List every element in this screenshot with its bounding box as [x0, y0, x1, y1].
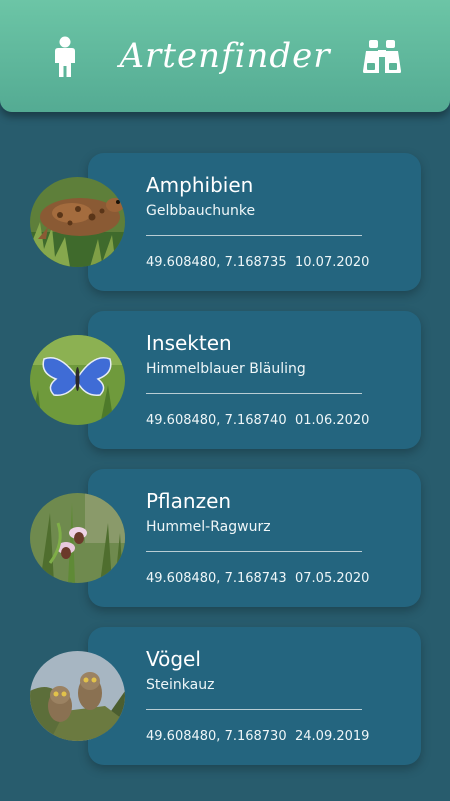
- blue-butterfly-photo: [30, 335, 125, 425]
- entry-species: Hummel-Ragwurz: [146, 519, 271, 535]
- entry-date: 10.07.2020: [295, 255, 370, 270]
- entry-category: Insekten: [146, 331, 232, 355]
- entry-date: 01.06.2020: [295, 413, 370, 428]
- entry-coordinates: 49.608480, 7.168740: [146, 413, 287, 428]
- entry-date: 07.05.2020: [295, 571, 370, 586]
- app-header: Artenfinder: [0, 0, 450, 112]
- list-item[interactable]: Vögel Steinkauz 49.608480, 7.168730 24.0…: [0, 627, 450, 765]
- entry-coordinates: 49.608480, 7.168735: [146, 255, 287, 270]
- owls-photo: [30, 651, 125, 741]
- orchid-photo: [30, 493, 125, 583]
- list-item[interactable]: Insekten Himmelblauer Bläuling 49.608480…: [0, 311, 450, 449]
- entry-species: Gelbbauchunke: [146, 203, 256, 219]
- entry-coordinates: 49.608480, 7.168743: [146, 571, 287, 586]
- list-item[interactable]: Pflanzen Hummel-Ragwurz 49.608480, 7.168…: [0, 469, 450, 607]
- entry-divider: [146, 235, 362, 236]
- entry-category: Amphibien: [146, 173, 254, 197]
- entry-divider: [146, 393, 362, 394]
- binoculars-icon[interactable]: [357, 32, 407, 82]
- entry-card[interactable]: [88, 469, 421, 607]
- entry-card[interactable]: [88, 311, 421, 449]
- entry-category: Pflanzen: [146, 489, 232, 513]
- entry-card[interactable]: [88, 153, 421, 291]
- entry-date: 24.09.2019: [295, 729, 370, 744]
- list-item[interactable]: Amphibien Gelbbauchunke 49.608480, 7.168…: [0, 153, 450, 291]
- entry-card[interactable]: [88, 627, 421, 765]
- entry-divider: [146, 551, 362, 552]
- entry-coordinates: 49.608480, 7.168730: [146, 729, 287, 744]
- entry-category: Vögel: [146, 647, 201, 671]
- entry-species: Himmelblauer Bläuling: [146, 361, 306, 377]
- entry-species: Steinkauz: [146, 677, 215, 693]
- toad-photo: [30, 177, 125, 267]
- entry-divider: [146, 709, 362, 710]
